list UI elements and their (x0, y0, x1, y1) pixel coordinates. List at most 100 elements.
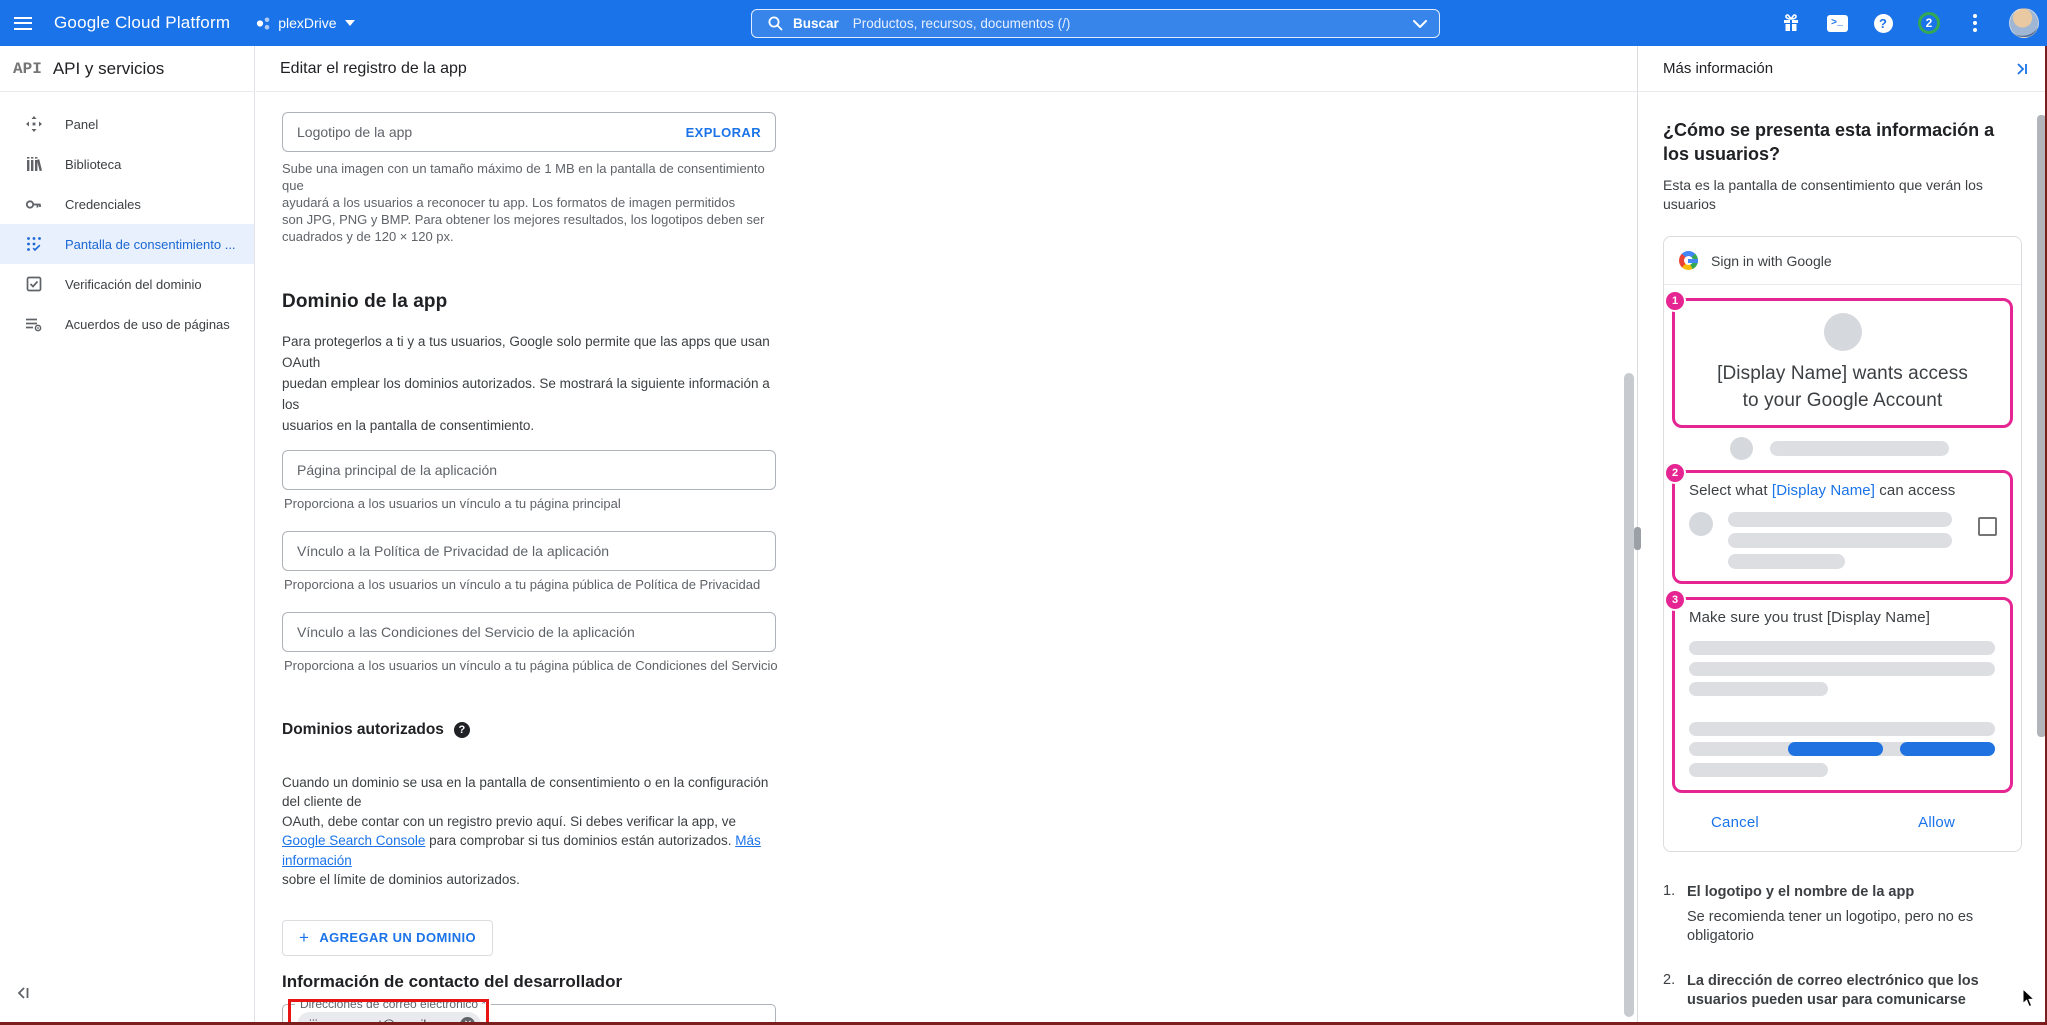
signin-label: Sign in with Google (1711, 253, 1832, 269)
sidebar-item-acuerdos-uso[interactable]: Acuerdos de uso de páginas (0, 304, 254, 344)
scope-line-placeholder (1728, 512, 1952, 527)
notifications-badge[interactable]: 2 (1917, 11, 1941, 35)
authorized-domains-heading: Dominios autorizados ? (282, 721, 796, 739)
sidebar-item-label: Panel (65, 117, 98, 132)
homepage-helper-text: Proporciona a los usuarios un vínculo a … (284, 496, 796, 511)
gift-icon[interactable] (1779, 11, 1803, 35)
homepage-field[interactable] (282, 450, 776, 490)
terms-of-service-input[interactable] (297, 624, 761, 640)
plus-icon: + (299, 928, 309, 948)
scope-line-placeholder (1728, 554, 1845, 569)
hamburger-menu-icon[interactable] (0, 0, 46, 46)
browse-logo-button[interactable]: EXPLORAR (686, 125, 761, 140)
privacy-policy-helper-text: Proporciona a los usuarios un vínculo a … (284, 577, 796, 592)
app-avatar-placeholder (1824, 313, 1862, 351)
terms-of-service-helper-text: Proporciona a los usuarios un vínculo a … (284, 658, 796, 673)
email-addresses-label: Direcciones de correo electrónico * (295, 997, 491, 1011)
top-bar: Google Cloud Platform plexDrive Buscar P… (0, 0, 2047, 46)
sidebar-item-label: Verificación del dominio (65, 277, 202, 292)
help-tooltip-icon[interactable]: ? (454, 722, 470, 738)
search-icon (768, 16, 783, 31)
consent-screen-icon (25, 236, 42, 253)
page-usage-agreements-icon (25, 316, 42, 333)
app-registration-form: Logotipo de la app EXPLORAR Sube una ima… (256, 92, 796, 1025)
user-avatar-placeholder (1730, 437, 1753, 460)
homepage-input[interactable] (297, 462, 761, 478)
sidebar-item-verificacion-dominio[interactable]: Verificación del dominio (0, 264, 254, 304)
main-scrollbar[interactable] (1624, 373, 1634, 1017)
consent-screen-preview: Sign in with Google 1 [Display Name] wan… (1663, 236, 2022, 852)
select-access-text: Select what [Display Name] can access (1689, 482, 1998, 499)
preview-step-3: 3 Make sure you trust [Display Name] (1672, 597, 2013, 793)
sidebar-item-label: Acuerdos de uso de páginas (65, 317, 230, 332)
panel-subtitle: Esta es la pantalla de consentimiento qu… (1663, 176, 2020, 214)
add-domain-button[interactable]: + AGREGAR UN DOMINIO (282, 920, 493, 956)
preview-step-2: 2 Select what [Display Name] can access (1672, 470, 2013, 584)
preview-allow-button[interactable]: Allow (1918, 814, 1955, 831)
list-item: 2. La dirección de correo electrónico qu… (1663, 972, 2020, 1010)
search-chevron-down-icon[interactable] (1413, 20, 1427, 28)
privacy-policy-field[interactable] (282, 531, 776, 571)
trust-text: Make sure you trust [Display Name] (1689, 609, 1998, 626)
sidebar-item-credenciales[interactable]: Credenciales (0, 184, 254, 224)
google-search-console-link[interactable]: Google Search Console (282, 833, 425, 848)
main-content: Editar el registro de la app Logotipo de… (256, 46, 1637, 1025)
collapse-panel-icon[interactable] (2014, 62, 2029, 76)
text-line-placeholder (1689, 763, 1828, 777)
app-domain-description: Para protegerlos a ti y a tus usuarios, … (282, 331, 787, 436)
avatar[interactable] (2009, 8, 2039, 38)
product-name: Google Cloud Platform (54, 13, 230, 33)
panel-resize-handle[interactable] (1634, 527, 1641, 550)
developer-contact-heading: Información de contacto del desarrollado… (282, 972, 796, 992)
text-line-placeholder (1689, 722, 1995, 736)
scope-line-placeholder (1728, 533, 1952, 548)
sidebar-item-label: Credenciales (65, 197, 141, 212)
notification-count: 2 (1918, 12, 1940, 34)
app-logo-field[interactable]: Logotipo de la app EXPLORAR (282, 112, 776, 152)
scope-icon-placeholder (1689, 512, 1713, 536)
preview-cancel-button[interactable]: Cancel (1711, 814, 1759, 831)
help-icon[interactable]: ? (1871, 11, 1895, 35)
search-placeholder: Productos, recursos, documentos (/) (853, 16, 1071, 31)
scope-checkbox (1978, 517, 1997, 536)
info-panel-title: Más información (1663, 60, 1773, 77)
sidebar-nav: Panel Biblioteca Credenciales (0, 92, 254, 344)
app-domain-heading: Dominio de la app (282, 291, 796, 313)
more-options-icon[interactable] (1963, 11, 1987, 35)
sidebar-item-panel[interactable]: Panel (0, 104, 254, 144)
chevron-down-icon (345, 20, 355, 26)
project-icon (256, 16, 271, 31)
sidebar-item-biblioteca[interactable]: Biblioteca (0, 144, 254, 184)
step-badge-3: 3 (1666, 591, 1684, 609)
consent-actions: Cancel Allow (1672, 793, 2013, 851)
links-line-placeholder (1689, 742, 1995, 756)
library-icon (25, 156, 42, 173)
api-logo: API (13, 60, 42, 78)
sidebar-title: API y servicios (53, 59, 164, 79)
preview-step-1: 1 [Display Name] wants access to your Go… (1672, 298, 2013, 428)
page-title-row: Editar el registro de la app (256, 46, 1637, 92)
text-line-placeholder (1689, 662, 1995, 676)
project-selector[interactable]: plexDrive (256, 15, 361, 31)
gcp-console: Google Cloud Platform plexDrive Buscar P… (0, 0, 2047, 1025)
signin-header: Sign in with Google (1664, 237, 2021, 285)
search-bar[interactable]: Buscar Productos, recursos, documentos (… (751, 9, 1440, 38)
sidebar-item-label: Pantalla de consentimiento ... (65, 237, 236, 252)
link-placeholder (1788, 742, 1883, 756)
cloud-shell-icon[interactable]: >_ (1825, 11, 1849, 35)
privacy-policy-input[interactable] (297, 543, 761, 559)
text-line-placeholder (1689, 682, 1828, 696)
sidebar-header: API API y servicios (0, 46, 254, 92)
key-icon (25, 196, 42, 213)
search-label: Buscar (793, 16, 839, 31)
page-title: Editar el registro de la app (280, 60, 467, 78)
text-line-placeholder (1689, 641, 1995, 655)
sidebar-item-pantalla-consentimiento[interactable]: Pantalla de consentimiento ... (0, 224, 254, 264)
terms-of-service-field[interactable] (282, 612, 776, 652)
domain-verification-icon (25, 276, 42, 293)
topbar-icons: >_ ? 2 (1779, 0, 2039, 46)
collapse-sidebar-icon[interactable] (16, 986, 32, 1005)
authorized-domains-description: Cuando un dominio se usa en la pantalla … (282, 753, 787, 890)
account-row-skeleton (1730, 436, 2013, 460)
info-panel-body: ¿Cómo se presenta esta información a los… (1638, 92, 2047, 1010)
